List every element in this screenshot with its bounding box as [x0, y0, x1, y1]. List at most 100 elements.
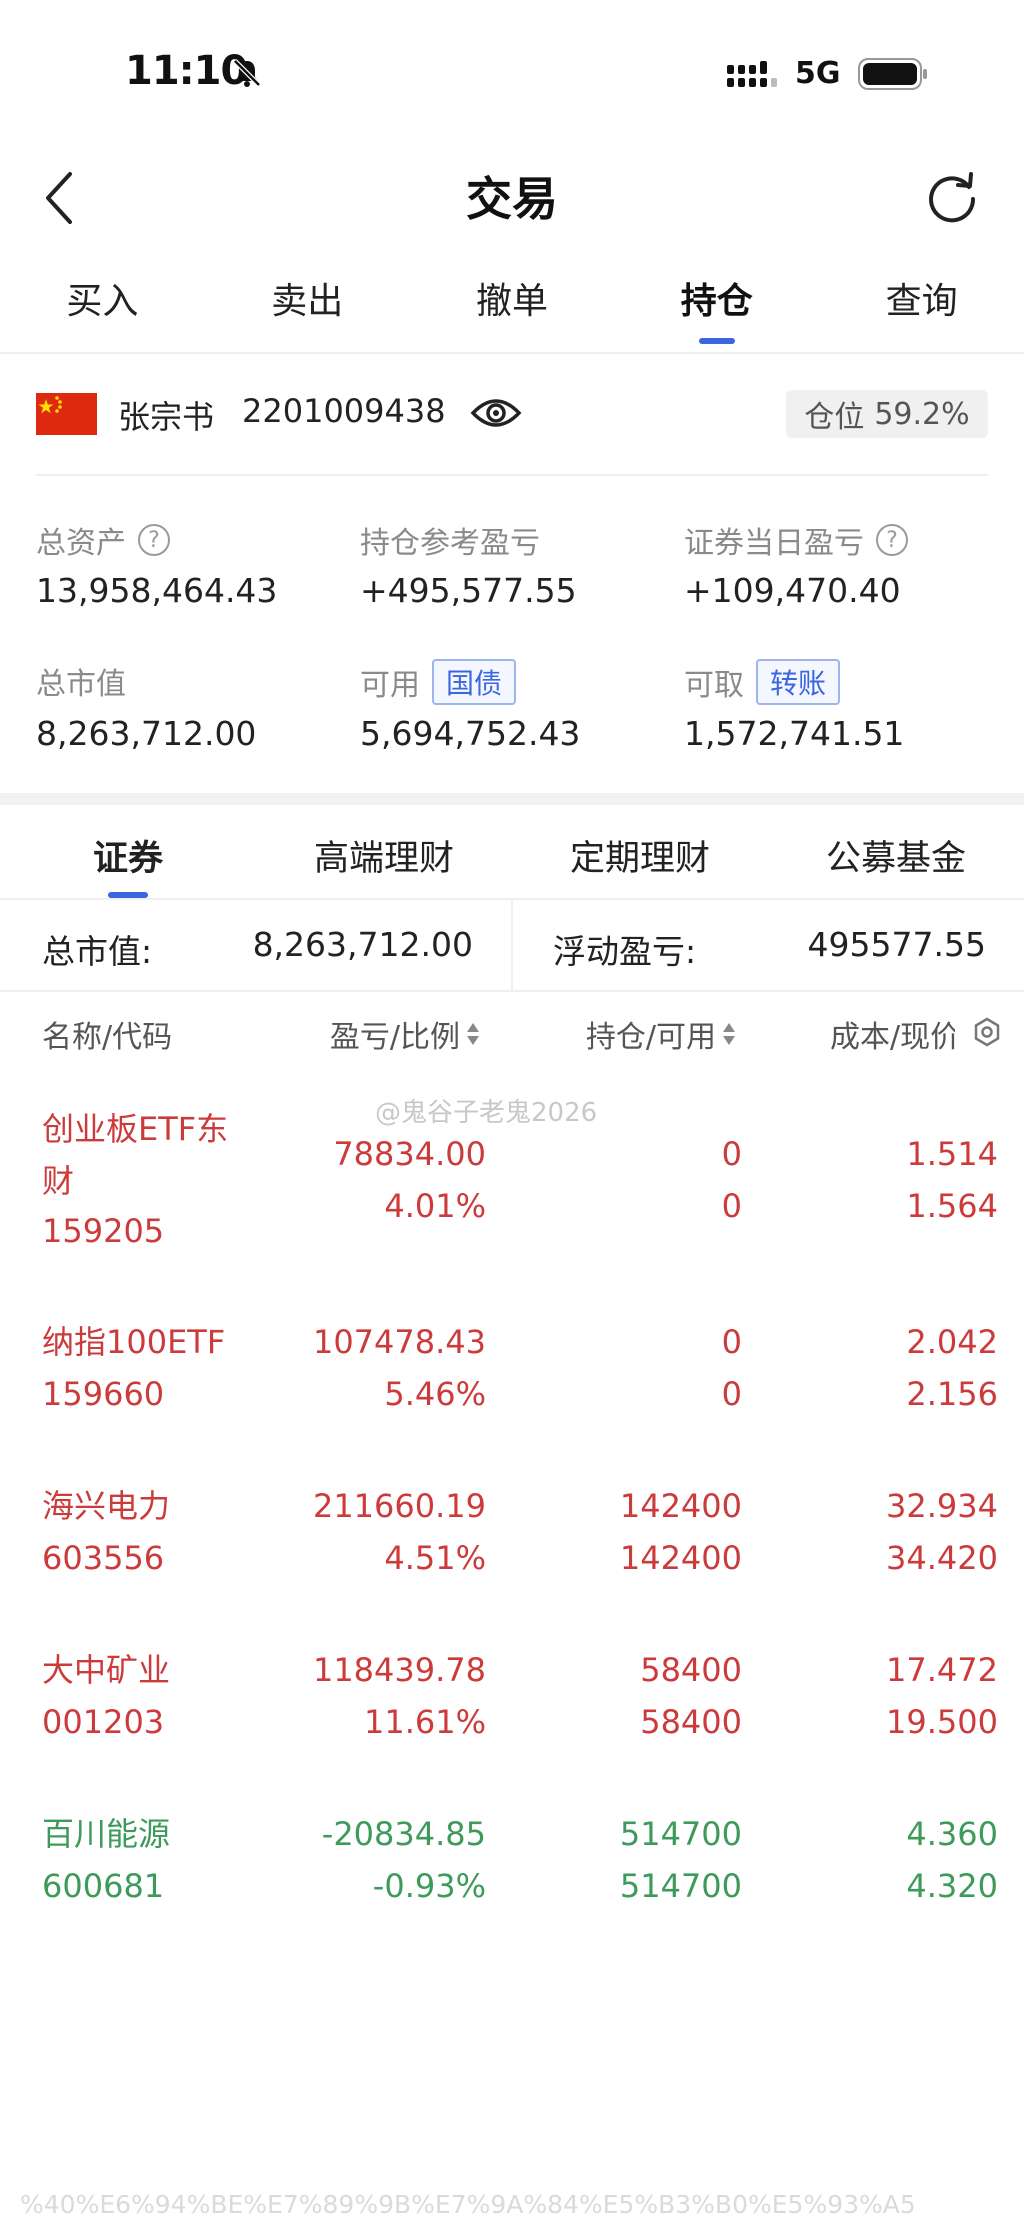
status-time: 11:10	[125, 48, 248, 94]
section-separator	[0, 793, 1024, 805]
stock-name: 百川能源	[42, 1815, 171, 1853]
tab-securities[interactable]: 证券	[0, 830, 256, 900]
stock-available: 0	[721, 1375, 742, 1413]
stock-holding: 0	[721, 1135, 742, 1173]
stock-pnl: 107478.43	[312, 1323, 486, 1361]
col-header-pnl[interactable]: 盈亏/比例	[330, 1012, 480, 1056]
stock-price: 19.500	[886, 1703, 998, 1741]
page-title: 交易	[466, 172, 558, 226]
transfer-button[interactable]: 转账	[756, 659, 841, 705]
stock-name: 海兴电力	[42, 1487, 171, 1525]
col-header-cost-label: 成本/现价	[830, 1020, 955, 1055]
stock-name: 大中矿业	[42, 1651, 171, 1689]
settings-gear-icon[interactable]	[972, 1017, 1002, 1047]
tab-fixed-wealth[interactable]: 定期理财	[512, 830, 768, 900]
stock-holding: 142400	[619, 1487, 742, 1525]
daily-pnl-value: +109,470.40	[684, 571, 901, 610]
col-header-cost: 成本/现价	[830, 1012, 955, 1056]
col-header-holding[interactable]: 持仓/可用	[586, 1012, 736, 1056]
trade-tabs: 买入 卖出 撤单 持仓 查询	[0, 272, 1024, 352]
tab-sell[interactable]: 卖出	[205, 272, 410, 352]
stock-holding: 0	[721, 1323, 742, 1361]
stock-pnl: 118439.78	[312, 1651, 486, 1689]
holding-pnl-value: +495,577.55	[360, 571, 577, 610]
stock-price: 1.564	[906, 1187, 998, 1225]
stock-available: 58400	[640, 1703, 742, 1741]
totals-floating-pnl-label: 浮动盈亏:	[553, 932, 697, 971]
stock-price: 34.420	[886, 1539, 998, 1577]
withdrawable-label: 可取	[684, 668, 744, 703]
watermark: @鬼谷子老鬼2026	[375, 1098, 598, 1128]
stock-pnl: -20834.85	[321, 1815, 486, 1853]
stock-available: 0	[721, 1187, 742, 1225]
stock-name-cont: 财	[42, 1162, 75, 1200]
help-icon[interactable]: ?	[876, 524, 908, 556]
sort-icon	[467, 1023, 479, 1045]
treasury-bond-button[interactable]: 国债	[432, 659, 517, 705]
divider	[511, 900, 513, 992]
market-value-label: 总市值	[36, 667, 126, 702]
stock-available: 514700	[619, 1867, 742, 1905]
refresh-icon[interactable]	[925, 170, 979, 224]
stock-name: 创业板ETF东	[42, 1110, 229, 1148]
account-number: 2201009438	[242, 392, 446, 430]
stock-code: 159205	[42, 1212, 165, 1250]
daily-pnl-label-group: 证券当日盈亏 ?	[684, 518, 908, 562]
asset-type-tabs: 证券 高端理财 定期理财 公募基金	[0, 830, 1024, 900]
stock-pnl: 211660.19	[312, 1487, 486, 1525]
stock-ratio: 11.61%	[363, 1703, 486, 1741]
available-value: 5,694,752.43	[360, 714, 581, 753]
china-flag-icon	[36, 393, 97, 435]
bottom-watermark: %40%E6%94%BE%E7%89%9B%E7%9A%84%E5%B3%B0%…	[20, 2190, 916, 2219]
stock-name: 纳指100ETF	[42, 1323, 226, 1361]
total-assets-label-group: 总资产 ?	[36, 518, 170, 562]
tab-buy[interactable]: 买入	[0, 272, 205, 352]
stock-cost: 1.514	[906, 1135, 998, 1173]
total-assets-value: 13,958,464.43	[36, 571, 278, 610]
market-value-value: 8,263,712.00	[36, 714, 257, 753]
stock-code: 603556	[42, 1539, 165, 1577]
stock-cost: 32.934	[886, 1487, 998, 1525]
account-name: 张宗书	[118, 398, 215, 436]
col-header-name-label: 名称/代码	[42, 1020, 173, 1055]
stock-holding: 58400	[640, 1651, 742, 1689]
position-value: 59.2%	[874, 396, 970, 432]
col-header-pnl-label: 盈亏/比例	[329, 1020, 460, 1055]
help-icon[interactable]: ?	[138, 524, 170, 556]
stock-holding: 514700	[619, 1815, 742, 1853]
bell-muted-icon	[233, 59, 261, 87]
stock-code: 001203	[42, 1703, 165, 1741]
stock-cost: 17.472	[886, 1651, 998, 1689]
available-label-group: 可用 国债	[360, 659, 517, 705]
stock-pnl: 78834.00	[333, 1135, 486, 1173]
tab-query[interactable]: 查询	[819, 272, 1024, 352]
totals-market-value-label: 总市值:	[42, 932, 153, 971]
tab-holdings[interactable]: 持仓	[614, 272, 819, 352]
col-header-holding-label: 持仓/可用	[585, 1020, 716, 1055]
totals-floating-pnl: 495577.55	[807, 925, 986, 964]
stock-ratio: 5.46%	[384, 1375, 486, 1413]
divider	[0, 990, 1024, 992]
tab-premium-wealth[interactable]: 高端理财	[256, 830, 512, 900]
divider	[0, 352, 1024, 354]
stock-cost: 4.360	[906, 1815, 998, 1853]
battery-icon	[858, 58, 927, 90]
stock-ratio: -0.93%	[372, 1867, 486, 1905]
eye-icon[interactable]	[470, 393, 522, 433]
totals-market-value: 8,263,712.00	[252, 925, 473, 964]
holding-pnl-label-group: 持仓参考盈亏	[360, 518, 540, 562]
stock-price: 4.320	[906, 1867, 998, 1905]
sort-icon	[723, 1023, 735, 1045]
stock-cost: 2.042	[906, 1323, 998, 1361]
tab-mutual-funds[interactable]: 公募基金	[768, 830, 1024, 900]
withdrawable-value: 1,572,741.51	[684, 714, 905, 753]
col-header-name: 名称/代码	[42, 1012, 172, 1056]
tab-cancel[interactable]: 撤单	[410, 272, 615, 352]
network-type: 5G	[795, 56, 841, 91]
total-assets-label: 总资产	[36, 526, 126, 561]
stock-ratio: 4.51%	[384, 1539, 486, 1577]
withdrawable-label-group: 可取 转账	[684, 659, 841, 705]
stock-available: 142400	[619, 1539, 742, 1577]
position-label: 仓位	[804, 400, 865, 435]
market-value-label-group: 总市值	[36, 659, 126, 703]
